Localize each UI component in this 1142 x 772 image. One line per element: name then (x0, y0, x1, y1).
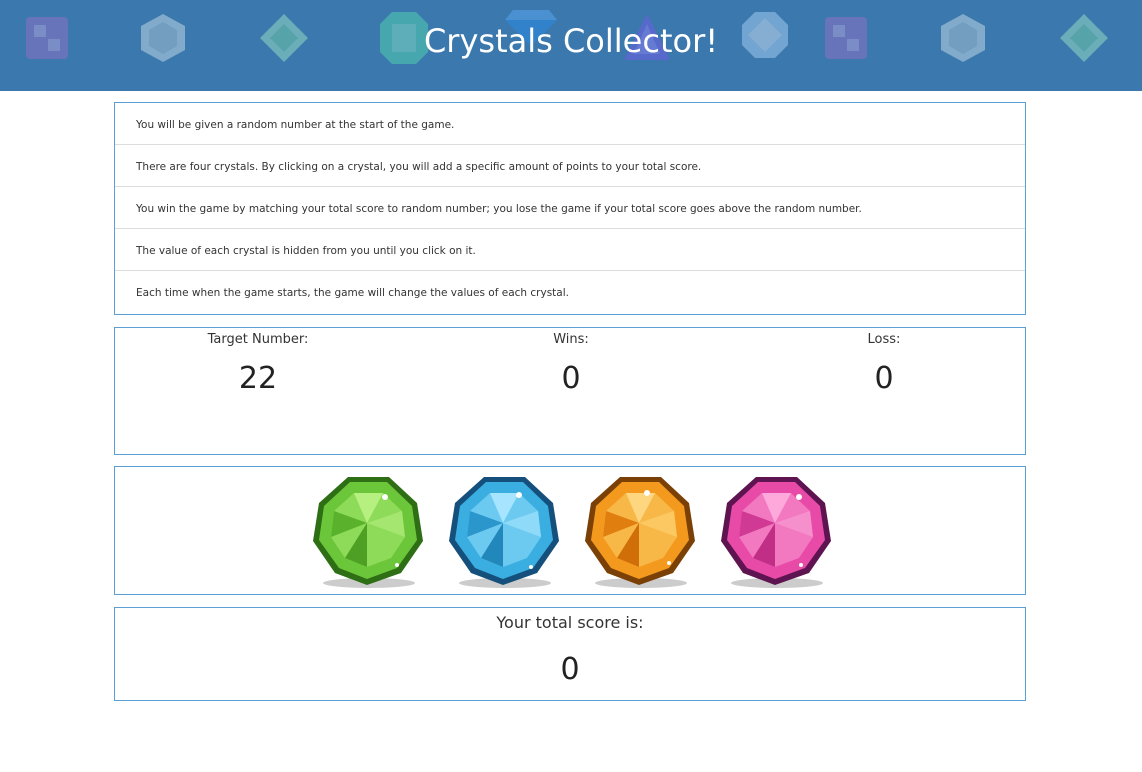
page-title: Crystals Collector! (423, 22, 719, 60)
instruction-item: There are four crystals. By clicking on … (115, 145, 1025, 187)
instruction-item: You win the game by matching your total … (115, 187, 1025, 229)
instruction-item: The value of each crystal is hidden from… (115, 229, 1025, 271)
green-crystal-icon (313, 477, 423, 588)
target-number-stat: Target Number: 22 (158, 332, 358, 396)
instructions-panel: You will be given a random number at the… (114, 102, 1026, 315)
wins-value: 0 (561, 361, 581, 396)
header-banner: Crystals Collector! (0, 0, 1142, 91)
wins-stat: Wins: 0 (471, 332, 671, 396)
blue-crystal-button[interactable] (445, 473, 563, 591)
stats-panel: Target Number: 22 Wins: 0 Loss: 0 (114, 327, 1026, 455)
orange-crystal-button[interactable] (581, 473, 699, 591)
green-crystal-button[interactable] (309, 473, 427, 591)
instruction-item: Each time when the game starts, the game… (136, 287, 569, 299)
loss-label: Loss: (867, 332, 901, 347)
score-panel: Your total score is: 0 (114, 607, 1026, 701)
total-score-value: 0 (560, 652, 580, 687)
target-number-value: 22 (238, 361, 278, 396)
orange-crystal-icon (585, 477, 695, 588)
wins-label: Wins: (553, 332, 589, 347)
instruction-item: You will be given a random number at the… (115, 103, 1025, 145)
crystals-panel (114, 466, 1026, 595)
target-number-label: Target Number: (207, 332, 309, 347)
total-score-label: Your total score is: (496, 613, 644, 632)
loss-value: 0 (874, 361, 894, 396)
pink-crystal-icon (721, 477, 831, 588)
pink-crystal-button[interactable] (717, 473, 835, 591)
loss-stat: Loss: 0 (784, 332, 984, 396)
blue-crystal-icon (449, 477, 559, 588)
